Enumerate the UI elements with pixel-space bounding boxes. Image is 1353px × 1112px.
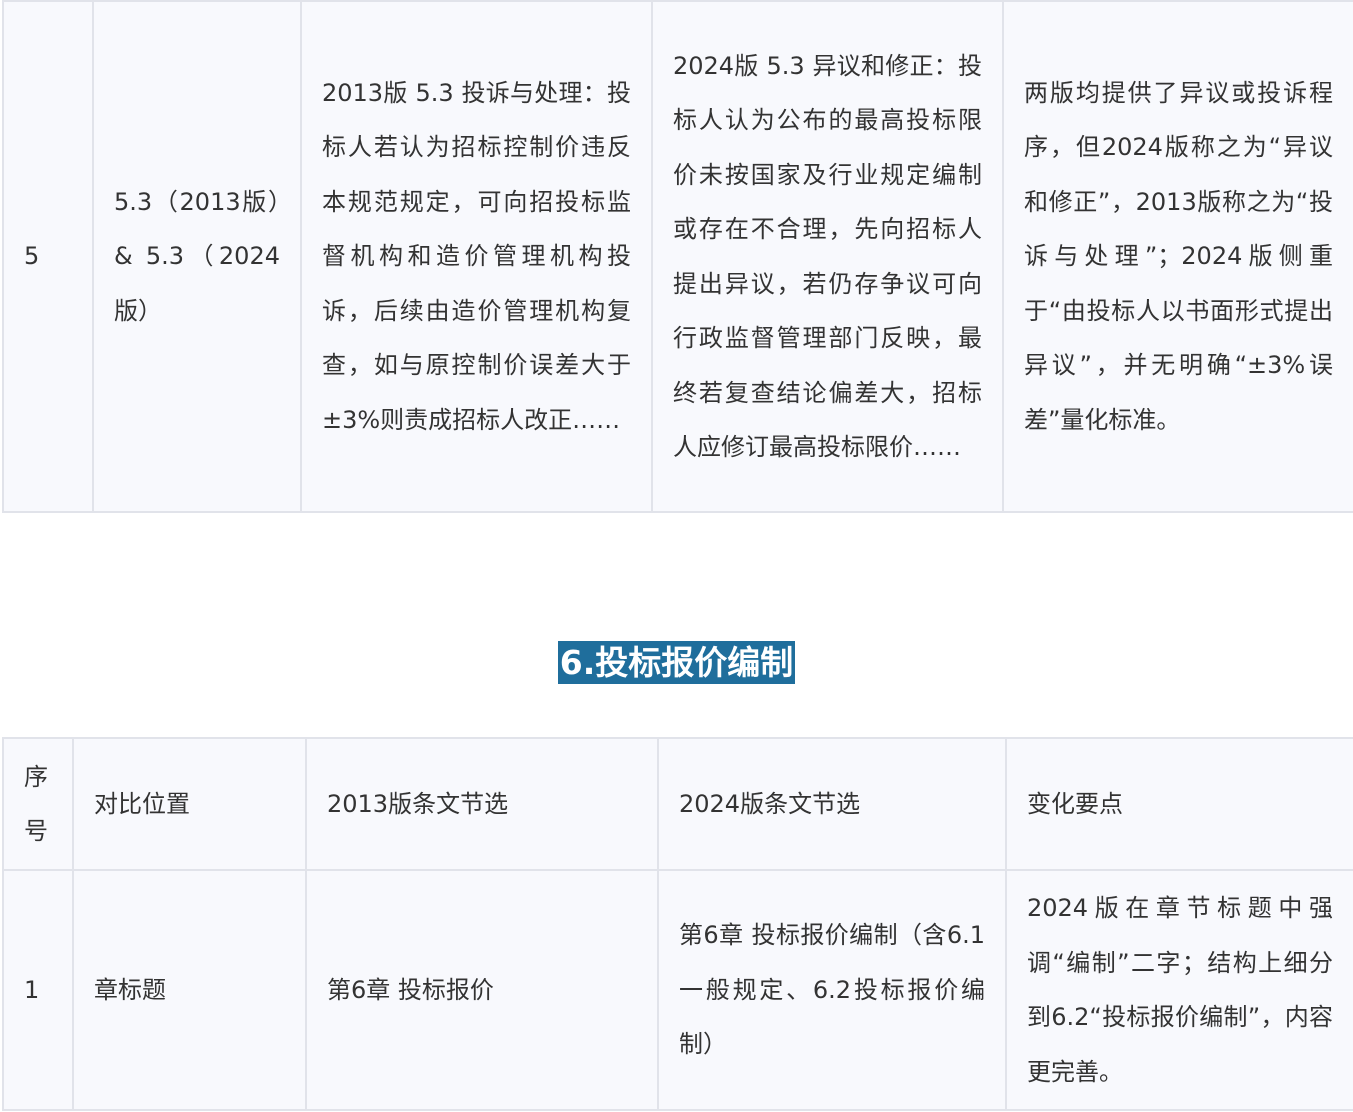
cell-no: 1 [2,869,74,1111]
cell-text-2013: 第6章 投标报价 [305,869,659,1111]
section-heading-wrap: 6.投标报价编制 [0,641,1353,684]
cell-text-2024: 第6章 投标报价编制（含6.1一般规定、6.2投标报价编制） [657,869,1007,1111]
table-header-row: 序号 对比位置 2013版条文节选 2024版条文节选 变化要点 [2,737,1353,871]
cell-change: 2024版在章节标题中强调“编制”二字；结构上细分到6.2“投标报价编制”，内容… [1005,869,1353,1111]
header-text-2013: 2013版条文节选 [305,737,659,871]
comparison-table-top: 5 5.3（2013版）& 5.3（2024版） 2013版 5.3 投诉与处理… [2,0,1353,513]
cell-position: 5.3（2013版）& 5.3（2024版） [92,0,302,513]
header-text-2024: 2024版条文节选 [657,737,1007,871]
section-heading: 6.投标报价编制 [557,641,796,684]
header-no: 序号 [2,737,74,871]
cell-position: 章标题 [72,869,307,1111]
comparison-table-bottom: 序号 对比位置 2013版条文节选 2024版条文节选 变化要点 1 章标题 第… [2,737,1353,1111]
table-row: 1 章标题 第6章 投标报价 第6章 投标报价编制（含6.1一般规定、6.2投标… [2,869,1353,1111]
header-change: 变化要点 [1005,737,1353,871]
cell-text-2024: 2024版 5.3 异议和修正：投标人认为公布的最高投标限价未按国家及行业规定编… [651,0,1004,513]
cell-change: 两版均提供了异议或投诉程序，但2024版称之为“异议和修正”，2013版称之为“… [1002,0,1353,513]
header-position: 对比位置 [72,737,307,871]
table-row: 5 5.3（2013版）& 5.3（2024版） 2013版 5.3 投诉与处理… [2,0,1353,513]
cell-text-2013: 2013版 5.3 投诉与处理：投标人若认为招标控制价违反本规范规定，可向招投标… [300,0,653,513]
cell-no: 5 [2,0,94,513]
